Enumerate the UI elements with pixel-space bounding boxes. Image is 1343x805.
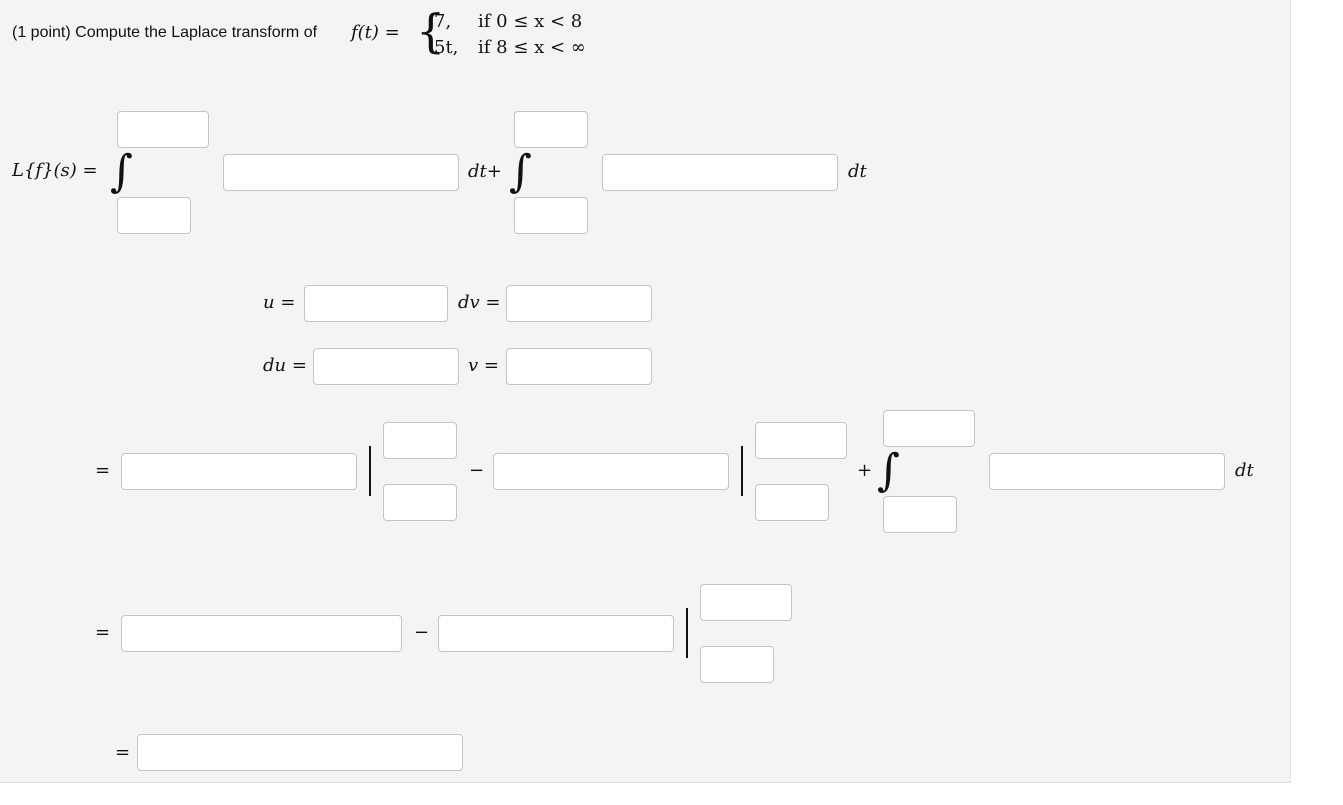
eval1-lower-input[interactable]	[383, 484, 457, 521]
eval3-upper-input[interactable]	[700, 584, 792, 621]
v-input[interactable]	[506, 348, 652, 385]
case2-value: 5t,	[434, 37, 459, 58]
row3-second-term-input[interactable]	[493, 453, 729, 490]
integral-sign-1: ∫	[110, 146, 133, 197]
row4-second-term-input[interactable]	[438, 615, 674, 652]
integral1-lower-limit-input[interactable]	[117, 197, 191, 234]
eval3-lower-input[interactable]	[700, 646, 774, 683]
eval1-upper-input[interactable]	[383, 422, 457, 459]
evaluation-bar-2	[741, 446, 743, 496]
eval2-upper-input[interactable]	[755, 422, 847, 459]
evaluation-bar-1	[369, 446, 371, 496]
integral-sign-3: ∫	[877, 445, 900, 496]
du-label: du =	[263, 355, 307, 376]
final-answer-input[interactable]	[137, 734, 463, 771]
plus-sign-row3: +	[857, 460, 873, 481]
case2-condition: if 8 ≤ x < ∞	[478, 37, 586, 58]
minus-sign-row3: −	[469, 460, 485, 481]
du-input[interactable]	[313, 348, 459, 385]
integral2-integrand-input[interactable]	[602, 154, 838, 191]
laplace-lhs: L{f}(s) =	[12, 160, 98, 181]
v-label: v =	[468, 355, 499, 376]
integral3-lower-limit-input[interactable]	[883, 496, 957, 533]
dv-label: dv =	[458, 292, 501, 313]
dt-label-1: dt	[848, 161, 867, 182]
case1-value: 7,	[434, 11, 452, 32]
case1-condition: if 0 ≤ x < 8	[478, 11, 583, 32]
equals-sign-row5: =	[115, 742, 131, 763]
row4-first-term-input[interactable]	[121, 615, 402, 652]
integral1-integrand-input[interactable]	[223, 154, 459, 191]
equals-sign-row3: =	[95, 460, 111, 481]
integral-sign-2: ∫	[509, 146, 532, 197]
u-input[interactable]	[304, 285, 448, 322]
integral2-upper-limit-input[interactable]	[514, 111, 588, 148]
integral2-lower-limit-input[interactable]	[514, 197, 588, 234]
evaluation-bar-3	[686, 608, 688, 658]
integral3-integrand-input[interactable]	[989, 453, 1225, 490]
u-label: u =	[263, 292, 296, 313]
row3-first-term-input[interactable]	[121, 453, 357, 490]
problem-prefix: (1 point) Compute the Laplace transform …	[12, 24, 318, 41]
dt-label-2: dt	[1235, 460, 1254, 481]
eval2-lower-input[interactable]	[755, 484, 829, 521]
dt-plus-label: dt+	[468, 161, 502, 182]
equals-sign-row4: =	[95, 622, 111, 643]
integral3-upper-limit-input[interactable]	[883, 410, 975, 447]
minus-sign-row4: −	[414, 622, 430, 643]
problem-panel: (1 point) Compute the Laplace transform …	[0, 0, 1291, 783]
function-lhs: f(t) =	[351, 22, 400, 43]
integral1-upper-limit-input[interactable]	[117, 111, 209, 148]
dv-input[interactable]	[506, 285, 652, 322]
